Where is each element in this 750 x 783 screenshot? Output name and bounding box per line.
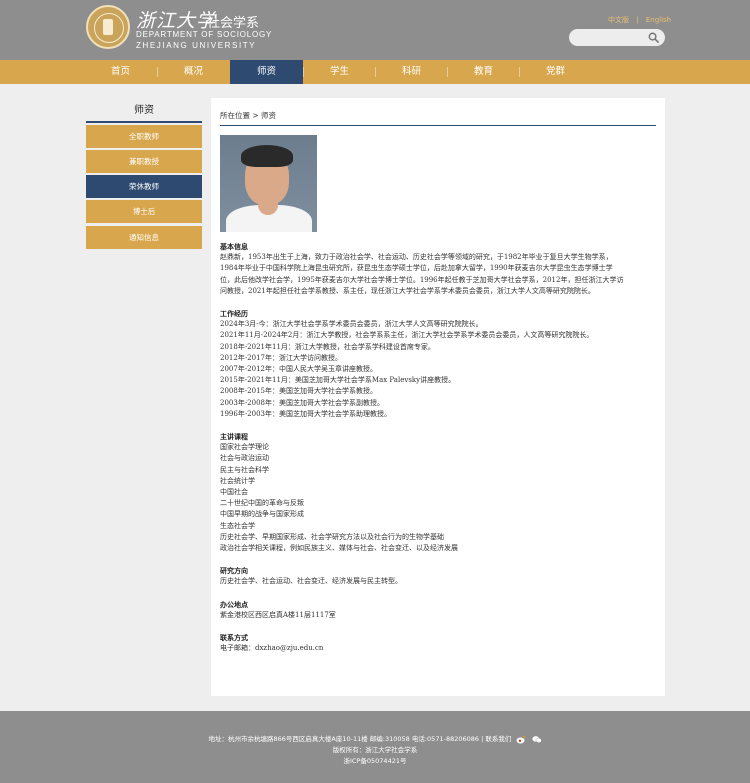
profile-section: 主讲课程 国家社会学理论 社会与政治运动 民主与社会科学 社会统计学中国社会二十世纪中国… <box>220 431 656 554</box>
section-line: 2008年-2015年：美国芝加哥大学社会学系教授。 <box>220 387 377 396</box>
language-switch: 中文版 | English <box>608 15 676 25</box>
section-line: 历史社会学、社会运动、社会变迁、经济发展与民主转型。 <box>220 577 402 586</box>
footer-address-row: 地址：杭州市余杭塘路866号西区启真大楼A座10-11楼 邮编:310058 电… <box>0 733 750 744</box>
sidebar-item-emeritus[interactable]: 荣休教师 <box>86 175 202 198</box>
search-input[interactable] <box>577 31 645 44</box>
profile-section: 工作经历 2024年3月-今：浙江大学社会学系学术委员会委员，浙江大学人文高等研究… <box>220 308 656 420</box>
section-title: 联系方式 <box>220 633 248 643</box>
wechat-icon[interactable] <box>531 735 542 744</box>
section-line: 二十世纪中国的革命与反叛 <box>220 499 304 508</box>
section-line: 赵鼎新，1953年出生于上海，致力于政治社会学、社会运动、历史社会学等领域的研究… <box>220 253 613 262</box>
section-line: 问教授，2021年起担任社会学系教授、系主任，现任浙江大学社会学系学术委员会委员… <box>220 286 595 295</box>
section-line: 历史社会学、早期国家形成、社会学研究方法以及社会行为的生物学基础 <box>220 532 444 541</box>
section-line: 生态社会学 <box>220 521 255 530</box>
section-line: 中国社会 <box>220 488 248 497</box>
lang-separator: | <box>636 16 639 24</box>
section-title: 工作经历 <box>220 309 248 319</box>
sidebar-item-adjunct[interactable]: 兼职教授 <box>86 150 202 173</box>
site-logo[interactable]: 浙江大学 社会学系 DEPARTMENT OF SOCIOLOGY ZHEJIA… <box>86 4 276 54</box>
university-name-en: ZHEJIANG UNIVERSITY <box>136 41 257 50</box>
search-icon[interactable] <box>648 32 659 43</box>
lang-chinese-link[interactable]: 中文版 <box>608 16 629 24</box>
section-line: 中国早期的战争与国家形成 <box>220 510 304 519</box>
search-box <box>569 29 665 46</box>
section-line: 2015年-2021年11月：美国芝加哥大学社会学系Max Palevsky讲座… <box>220 376 456 385</box>
section-title: 研究方向 <box>220 566 248 576</box>
section-line: 国家社会学理论 <box>220 443 269 452</box>
section-line: 社会统计学 <box>220 476 255 485</box>
profile-photo <box>220 135 317 232</box>
nav-item-overview[interactable]: 概况 <box>157 60 230 84</box>
site-footer: 地址：杭州市余杭塘路866号西区启真大楼A座10-11楼 邮编:310058 电… <box>0 711 750 783</box>
sidebar-item-postdoc[interactable]: 博士后 <box>86 200 202 223</box>
section-line: 1984年毕业于中国科学院上海昆虫研究所，获昆虫生态学硕士学位，后赴加拿大留学，… <box>220 264 613 273</box>
main-nav: 首页 概况 师资 学生 科研 教育 党群 <box>0 60 750 84</box>
breadcrumb-underline <box>220 125 656 126</box>
section-line: 紫金港校区西区启真A楼11层1117室 <box>220 610 336 619</box>
section-line: 社会与政治运动 <box>220 454 269 463</box>
section-title: 基本信息 <box>220 242 248 251</box>
footer-address: 地址：杭州市余杭塘路866号西区启真大楼A座10-11楼 邮编:310058 电… <box>208 735 512 743</box>
section-title: 办公地点 <box>220 599 248 609</box>
section-line: 位，此后他改学社会学，1995年获麦吉尔大学社会学博士学位。1996年起任教于芝… <box>220 275 624 284</box>
sidebar-title-underline <box>86 121 202 123</box>
site-header: 浙江大学 社会学系 DEPARTMENT OF SOCIOLOGY ZHEJIA… <box>0 0 750 60</box>
nav-item-research[interactable]: 科研 <box>375 60 448 84</box>
footer-icp[interactable]: 浙ICP备05074421号 <box>0 755 750 765</box>
sidebar-title: 师资 <box>134 105 154 116</box>
nav-item-students[interactable]: 学生 <box>303 60 376 84</box>
university-name-cn: 浙江大学 <box>136 10 217 32</box>
section-line: 2021年11月-2024年2月：浙江大学教授，社会学系系主任，浙江大学社会学系… <box>220 331 594 340</box>
profile-section: 联系方式 电子邮箱：dxzhao@zju.edu.cn <box>220 632 656 654</box>
section-line: 政治社会学相关课程，例如民族主义、媒体与社会、社会变迁、以及经济发展 <box>220 544 458 553</box>
profile-section: 基本信息赵鼎新，1953年出生于上海，致力于政治社会学、社会运动、历史社会学等领… <box>220 241 656 297</box>
profile-section: 办公地点 紫金港校区西区启真A楼11层1117室 <box>220 599 656 621</box>
nav-item-home[interactable]: 首页 <box>84 60 157 84</box>
section-line: 2007年-2012年：中国人民大学吴玉章讲座教授。 <box>220 365 377 374</box>
sidebar-item-notices[interactable]: 通知信息 <box>86 226 202 249</box>
lang-english-link[interactable]: English <box>646 16 671 24</box>
nav-item-party[interactable]: 党群 <box>519 60 592 84</box>
profile-section: 研究方向 历史社会学、社会运动、社会变迁、经济发展与民主转型。 <box>220 565 656 587</box>
section-line: 电子邮箱：dxzhao@zju.edu.cn <box>220 644 324 653</box>
sidebar-item-fulltime[interactable]: 全职教师 <box>86 125 202 148</box>
nav-item-faculty[interactable]: 师资 <box>230 60 303 84</box>
section-line: 2018年-2021年11月：浙江大学教授，社会学系学科建设首席专家。 <box>220 342 435 351</box>
section-title: 主讲课程 <box>220 432 248 442</box>
profile-panel: 所在位置 > 师资 基本信息赵鼎新，1953年出生于上海，致力于政治社会学、社会… <box>211 98 665 696</box>
profile-content: 基本信息赵鼎新，1953年出生于上海，致力于政治社会学、社会运动、历史社会学等领… <box>220 241 656 666</box>
breadcrumb: 所在位置 > 师资 <box>220 111 277 120</box>
weibo-icon[interactable] <box>516 735 527 744</box>
university-seal-icon <box>86 5 130 49</box>
section-line: 2024年3月-今：浙江大学社会学系学术委员会委员，浙江大学人文高等研究院院长。 <box>220 320 483 329</box>
section-line: 民主与社会科学 <box>220 465 269 474</box>
footer-copyright: 版权所有：浙江大学社会学系 <box>332 746 418 754</box>
section-line: 2012年-2017年：浙江大学访问教授。 <box>220 353 342 362</box>
department-name-en: DEPARTMENT OF SOCIOLOGY <box>136 30 273 39</box>
section-line: 2003年-2008年：美国芝加哥大学社会学系副教授。 <box>220 398 384 407</box>
department-name-cn: 社会学系 <box>207 16 260 31</box>
section-line: 1996年-2003年：美国芝加哥大学社会学系助理教授。 <box>220 409 391 418</box>
photo-hair <box>241 145 293 167</box>
nav-item-education[interactable]: 教育 <box>447 60 520 84</box>
